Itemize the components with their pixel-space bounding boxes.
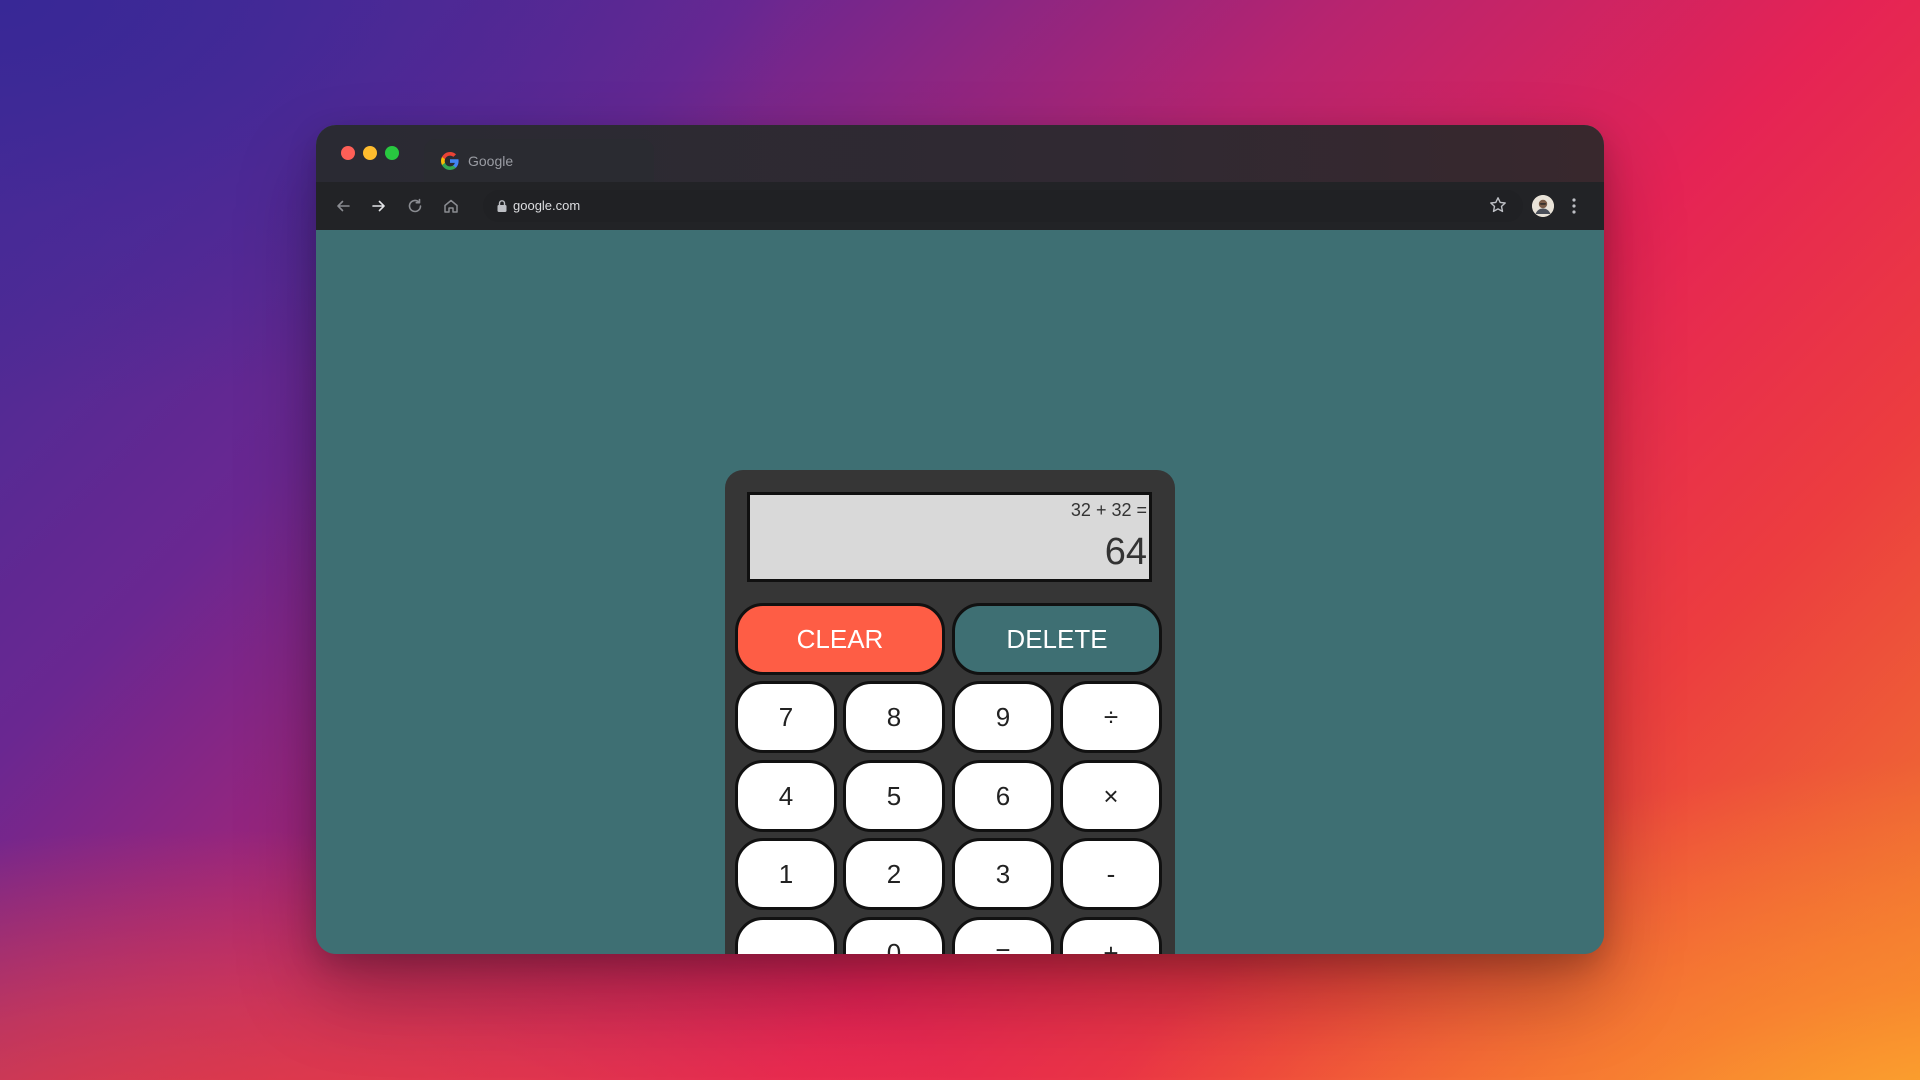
- calculator: 32 + 32 = 64 CLEAR DELETE 7 8 9 ÷ 4 5 6 …: [725, 470, 1175, 954]
- key-6[interactable]: 6: [952, 760, 1054, 832]
- delete-button[interactable]: DELETE: [952, 603, 1162, 675]
- key-7[interactable]: 7: [735, 681, 837, 753]
- address-bar[interactable]: google.com: [483, 190, 1523, 222]
- url-text: google.com: [513, 198, 581, 213]
- key-divide[interactable]: ÷: [1060, 681, 1162, 753]
- star-icon[interactable]: [1488, 195, 1508, 215]
- key-1[interactable]: 1: [735, 838, 837, 910]
- lock-icon: [497, 200, 507, 212]
- key-decimal[interactable]: .: [735, 917, 837, 954]
- key-3[interactable]: 3: [952, 838, 1054, 910]
- back-arrow-icon[interactable]: [332, 195, 354, 217]
- page-content: 32 + 32 = 64 CLEAR DELETE 7 8 9 ÷ 4 5 6 …: [316, 230, 1604, 954]
- key-subtract[interactable]: -: [1060, 838, 1162, 910]
- key-multiply[interactable]: ×: [1060, 760, 1162, 832]
- key-8[interactable]: 8: [843, 681, 945, 753]
- forward-arrow-icon[interactable]: [368, 195, 390, 217]
- calculator-display: 32 + 32 = 64: [747, 492, 1152, 582]
- home-icon[interactable]: [440, 195, 462, 217]
- reload-icon[interactable]: [404, 195, 426, 217]
- minimize-window-button[interactable]: [363, 146, 377, 160]
- key-5[interactable]: 5: [843, 760, 945, 832]
- key-4[interactable]: 4: [735, 760, 837, 832]
- key-add[interactable]: +: [1060, 917, 1162, 954]
- tab-title: Google: [468, 153, 514, 169]
- browser-tab[interactable]: Google: [424, 139, 654, 182]
- clear-button[interactable]: CLEAR: [735, 603, 945, 675]
- maximize-window-button[interactable]: [385, 146, 399, 160]
- key-0[interactable]: 0: [843, 917, 945, 954]
- key-equals[interactable]: =: [952, 917, 1054, 954]
- key-9[interactable]: 9: [952, 681, 1054, 753]
- google-favicon-icon: [441, 152, 459, 170]
- kebab-menu-icon[interactable]: [1567, 195, 1581, 217]
- browser-toolbar: google.com: [316, 182, 1604, 230]
- current-operand: 64: [1104, 531, 1147, 573]
- previous-operand: 32 + 32 =: [1070, 500, 1147, 520]
- avatar-icon[interactable]: [1532, 195, 1554, 217]
- browser-window: Google google.com 32 + 32 = 64 CLEAR DEL…: [316, 125, 1604, 954]
- key-2[interactable]: 2: [843, 838, 945, 910]
- title-bar: Google: [316, 125, 1604, 182]
- close-window-button[interactable]: [341, 146, 355, 160]
